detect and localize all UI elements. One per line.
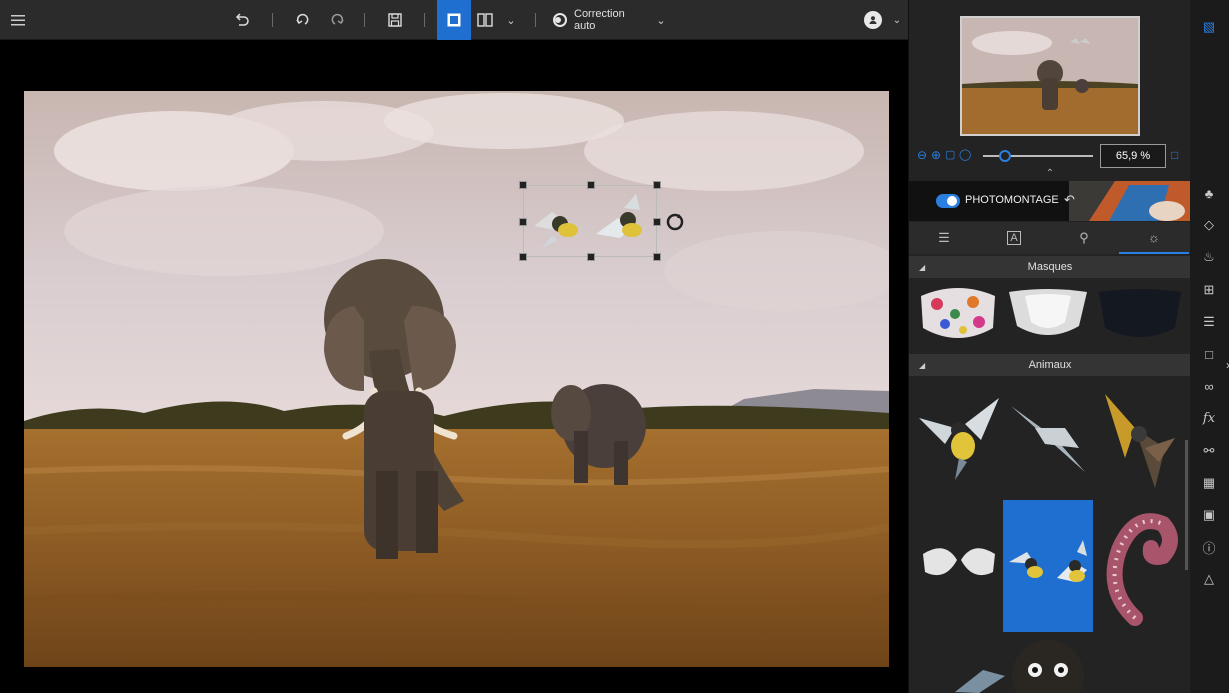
resize-handle[interactable] bbox=[587, 181, 595, 189]
info-icon[interactable]: ⓘ bbox=[1197, 536, 1221, 558]
save-icon[interactable] bbox=[384, 8, 406, 32]
tab-montage[interactable]: ☼ bbox=[1119, 222, 1189, 254]
auto-correction-toggle[interactable] bbox=[553, 13, 567, 27]
section-animals-header[interactable]: ◢ Animaux bbox=[909, 354, 1191, 376]
chevron-down-icon[interactable]: ⌄ bbox=[502, 8, 520, 32]
collapse-triangle-icon: ◢ bbox=[919, 262, 926, 272]
split-view-icon[interactable] bbox=[474, 8, 496, 32]
tab-adjust[interactable]: ☰ bbox=[909, 222, 979, 254]
zoom-controls: ⊖ ⊕ ▢ ◯ 65,9 % □ bbox=[909, 144, 1191, 168]
eraser-icon[interactable]: ◇ bbox=[1197, 214, 1221, 236]
user-avatar-icon[interactable] bbox=[864, 11, 882, 29]
tab-light[interactable]: ⚲ bbox=[1049, 222, 1119, 254]
crop-icon[interactable]: ⊞ bbox=[1197, 279, 1221, 301]
photomontage-toggle[interactable] bbox=[936, 194, 960, 208]
collapse-triangle-icon: ◢ bbox=[919, 360, 926, 370]
zoom-slider-thumb[interactable] bbox=[999, 150, 1011, 162]
photomontage-label: PHOTOMONTAGE bbox=[965, 194, 1059, 206]
resize-handle[interactable] bbox=[519, 253, 527, 261]
rotate-handle-icon[interactable] bbox=[665, 212, 685, 232]
mask-white-thumb[interactable] bbox=[1005, 282, 1091, 346]
panel-scrollbar[interactable] bbox=[1185, 440, 1188, 570]
resize-handle[interactable] bbox=[519, 218, 527, 226]
tool-tabs: ☰ A ⚲ ☼ bbox=[909, 222, 1191, 254]
undo-step-icon[interactable] bbox=[291, 8, 313, 32]
resize-handle[interactable] bbox=[519, 181, 527, 189]
right-toolbar: ▧ ♣ ◇ ♨ ⊞ ☰ □ ∞ fx ⚯ ▦ ▣ ⓘ △ › bbox=[1190, 0, 1229, 693]
redo-icon[interactable] bbox=[327, 8, 349, 32]
sticker-shark-partial[interactable] bbox=[949, 636, 1009, 693]
photomontage-reset-icon[interactable]: ↶ bbox=[1064, 192, 1075, 208]
app-logo-icon[interactable]: ▧ bbox=[1197, 16, 1221, 38]
sticker-pug-partial[interactable] bbox=[1003, 636, 1093, 693]
montage-icon: ☼ bbox=[1148, 229, 1160, 245]
section-masks-title: Masques bbox=[1027, 261, 1073, 273]
hamburger-menu-icon[interactable] bbox=[8, 8, 28, 32]
undo-icon[interactable] bbox=[231, 8, 253, 32]
histogram-icon[interactable]: □ bbox=[1171, 148, 1178, 162]
toolbar-divider bbox=[272, 13, 273, 27]
chevron-down-icon[interactable]: ⌄ bbox=[889, 8, 905, 32]
zoom-slider[interactable] bbox=[983, 150, 1093, 162]
zoom-percent-field[interactable]: 65,9 % bbox=[1100, 144, 1166, 168]
toolbar-divider bbox=[535, 13, 536, 27]
sticker-octopus-tentacle[interactable] bbox=[1095, 500, 1185, 632]
mask-floral-thumb[interactable] bbox=[915, 282, 1001, 346]
photomontage-icon[interactable]: ♣ bbox=[1197, 182, 1221, 204]
right-panel: ⊖ ⊕ ▢ ◯ 65,9 % □ ⌃ PHOTOMONTAGE ↶ ☰ A ⚲ … bbox=[908, 0, 1191, 693]
resize-handle[interactable] bbox=[587, 253, 595, 261]
sticker-two-birds-selected[interactable] bbox=[1003, 500, 1093, 632]
section-animals-title: Animaux bbox=[1028, 359, 1072, 371]
text-icon: A bbox=[1007, 231, 1021, 245]
light-icon: ⚲ bbox=[1079, 230, 1089, 245]
toolbar-divider bbox=[424, 13, 425, 27]
sticker-bird-blue-tit[interactable] bbox=[915, 388, 1003, 488]
zoom-out-icon[interactable]: ⊖ bbox=[917, 148, 927, 162]
sliders-icon[interactable]: ☰ bbox=[1197, 311, 1221, 333]
fx-icon[interactable]: fx bbox=[1197, 407, 1221, 429]
resize-handle[interactable] bbox=[653, 218, 661, 226]
toolbar-divider bbox=[364, 13, 365, 27]
auto-correction-label[interactable]: Correction auto bbox=[574, 8, 646, 32]
glasses-icon[interactable]: ∞ bbox=[1197, 375, 1221, 397]
single-view-icon[interactable] bbox=[437, 0, 471, 40]
collapse-navigator-icon[interactable]: ⌃ bbox=[1042, 168, 1058, 180]
zoom-in-icon[interactable]: ⊕ bbox=[931, 148, 941, 162]
mask-black-thumb[interactable] bbox=[1095, 282, 1185, 346]
color-icon[interactable]: ⚯ bbox=[1197, 440, 1221, 462]
frame-icon[interactable]: ▣ bbox=[1197, 504, 1221, 526]
photo-elephants-savanna[interactable] bbox=[24, 91, 889, 667]
sticker-bird-seagull[interactable] bbox=[1005, 388, 1093, 488]
selection-icon[interactable]: □ bbox=[1197, 343, 1221, 365]
clone-icon[interactable]: ♨ bbox=[1197, 246, 1221, 268]
texture-icon[interactable]: ▦ bbox=[1197, 472, 1221, 494]
adjust-icon: ☰ bbox=[938, 230, 950, 245]
section-masks-header[interactable]: ◢ Masques bbox=[909, 256, 1191, 278]
chevron-down-icon[interactable]: ⌄ bbox=[653, 8, 669, 32]
navigator-preview[interactable] bbox=[960, 16, 1140, 136]
photomontage-banner: PHOTOMONTAGE ↶ bbox=[909, 181, 1191, 221]
resize-handle[interactable] bbox=[653, 253, 661, 261]
sticker-selection-box[interactable] bbox=[519, 181, 661, 261]
sticker-angel-wings[interactable] bbox=[915, 500, 1003, 632]
actual-size-icon[interactable]: ◯ bbox=[959, 148, 971, 161]
tab-text[interactable]: A bbox=[979, 222, 1049, 254]
top-toolbar: ⌄ Correction auto ⌄ ⌄ bbox=[0, 0, 908, 40]
fit-screen-icon[interactable]: ▢ bbox=[945, 148, 955, 161]
sticker-bird-flying[interactable] bbox=[1095, 388, 1185, 488]
resize-handle[interactable] bbox=[653, 181, 661, 189]
flask-icon[interactable]: △ bbox=[1197, 568, 1221, 590]
